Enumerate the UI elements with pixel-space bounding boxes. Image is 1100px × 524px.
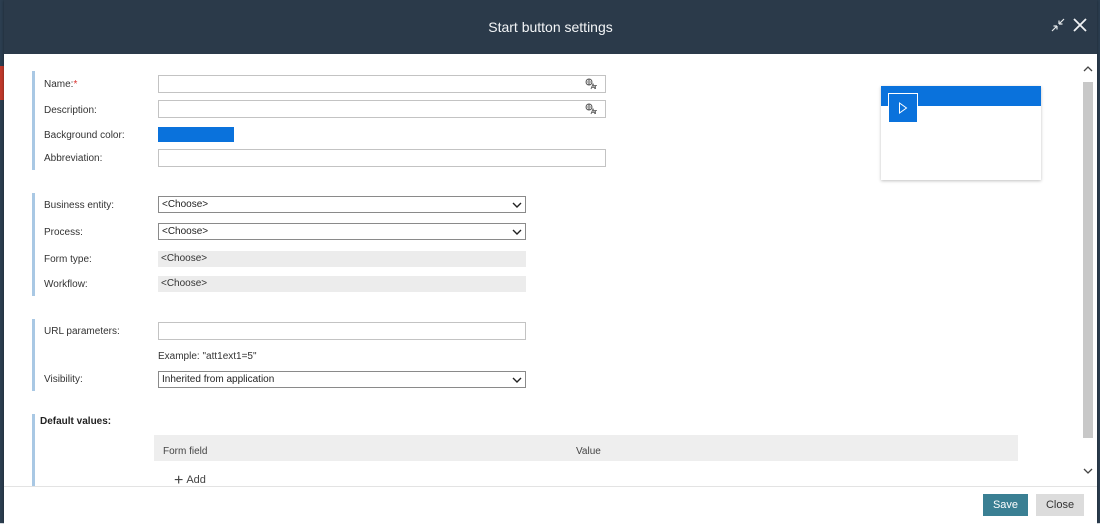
plus-icon: + — [174, 472, 184, 487]
url-example-text: Example: "att1ext1=5" — [158, 351, 257, 362]
visibility-select[interactable]: Inherited from application — [158, 371, 526, 388]
section-indicator-general — [32, 71, 35, 170]
chevron-down-icon — [512, 229, 522, 235]
process-label: Process: — [44, 227, 83, 238]
description-label: Description: — [44, 105, 97, 116]
start-button-settings-dialog: Start button settings Name:* Description… — [4, 0, 1097, 524]
background-color-label: Background color: — [44, 130, 125, 141]
name-input[interactable] — [158, 75, 606, 93]
dialog-footer: Save Close — [4, 486, 1097, 524]
section-indicator-url — [32, 319, 35, 391]
column-header-value: Value — [576, 446, 601, 457]
name-label: Name:* — [44, 79, 78, 90]
section-indicator-binding — [32, 193, 35, 296]
scroll-up-icon — [1083, 66, 1093, 72]
collapse-arrows-icon[interactable] — [1049, 15, 1067, 35]
scrollbar-thumb[interactable] — [1083, 82, 1093, 438]
close-icon[interactable] — [1071, 15, 1089, 35]
dialog-content: Name:* Description: Background color: Ab… — [4, 54, 1097, 486]
url-parameters-input[interactable] — [158, 322, 526, 340]
chevron-down-icon — [512, 377, 522, 383]
business-entity-label: Business entity: — [44, 200, 115, 211]
scroll-down-icon — [1083, 468, 1093, 474]
process-select[interactable]: <Choose> — [158, 223, 526, 240]
translate-icon[interactable] — [585, 103, 597, 115]
default-values-table-header: Form field Value — [154, 435, 1018, 461]
visibility-label: Visibility: — [44, 374, 83, 385]
form-type-label: Form type: — [44, 254, 92, 265]
chevron-down-icon — [512, 202, 522, 208]
close-button[interactable]: Close — [1036, 494, 1084, 516]
workflow-select: <Choose> — [158, 276, 526, 292]
play-icon — [899, 102, 908, 114]
start-button-preview — [881, 86, 1041, 180]
dialog-titlebar: Start button settings — [4, 0, 1097, 54]
default-values-title: Default values: — [40, 416, 112, 427]
description-input[interactable] — [158, 100, 606, 118]
background-color-picker[interactable] — [158, 127, 234, 142]
url-parameters-label: URL parameters: — [44, 326, 120, 337]
required-mark: * — [73, 79, 78, 90]
save-button[interactable]: Save — [983, 494, 1028, 516]
column-header-form-field: Form field — [163, 446, 208, 457]
section-indicator-defaults — [32, 414, 35, 486]
abbreviation-input[interactable] — [158, 149, 606, 167]
form-type-select: <Choose> — [158, 251, 526, 267]
add-default-value-button[interactable]: + Add — [174, 472, 206, 487]
dialog-title: Start button settings — [488, 19, 613, 35]
vertical-scrollbar[interactable] — [1082, 62, 1094, 482]
business-entity-select[interactable]: <Choose> — [158, 196, 526, 213]
preview-start-button — [889, 94, 917, 122]
translate-icon[interactable] — [585, 78, 597, 90]
workflow-label: Workflow: — [44, 279, 88, 290]
abbreviation-label: Abbreviation: — [44, 153, 103, 164]
